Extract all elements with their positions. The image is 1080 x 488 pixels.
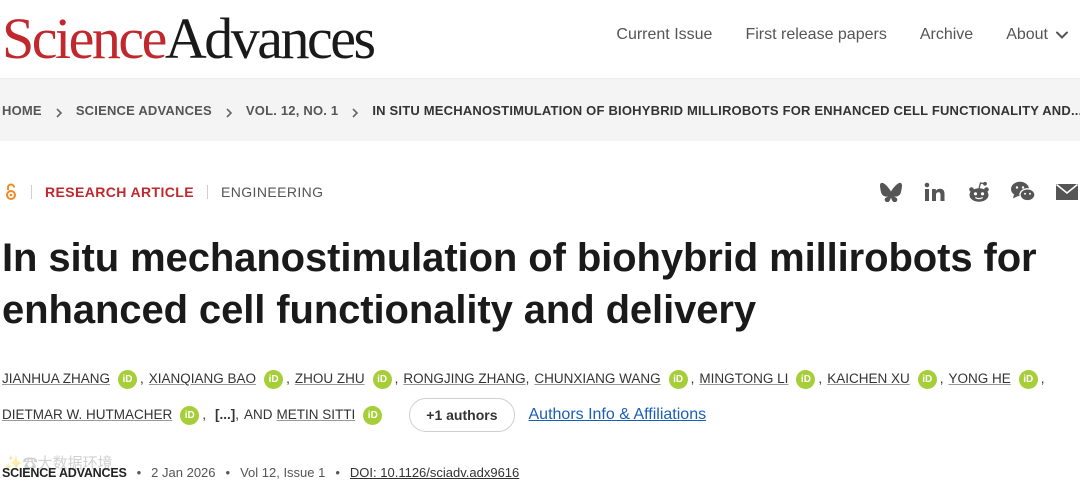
journal-name: SCIENCE ADVANCES (2, 465, 127, 480)
divider (207, 185, 208, 199)
chevron-right-icon (351, 106, 359, 118)
article-meta: RESEARCH ARTICLE ENGINEERING (4, 183, 323, 201)
science-advances-logo[interactable]: ScienceAdvances (2, 6, 376, 72)
author-name[interactable]: KAICHEN XU (827, 368, 910, 390)
breadcrumb-science-advances[interactable]: SCIENCE ADVANCES (76, 103, 212, 118)
orcid-icon[interactable]: iD (668, 369, 688, 389)
publication-date: 2 Jan 2026 (151, 465, 216, 480)
orcid-icon[interactable]: iD (363, 405, 383, 425)
linkedin-icon[interactable] (922, 180, 948, 204)
author-row: JIANHUA ZHANG iD, XIANQIANG BAO iD, ZHOU Z… (2, 368, 1078, 390)
article-title: In situ mechanostimulation of biohybrid … (2, 236, 1037, 332)
author-name[interactable]: XIANQIANG BAO (149, 368, 256, 390)
divider (31, 185, 32, 199)
author-name[interactable]: RONGJING ZHANG (403, 368, 525, 390)
author-name[interactable]: YONG HE (948, 368, 1010, 390)
publication-info: SCIENCE ADVANCES • 2 Jan 2026 • Vol 12, … (2, 465, 520, 480)
email-icon[interactable] (1054, 180, 1080, 204)
breadcrumb-home[interactable]: HOME (2, 103, 42, 118)
nav-about-label: About (1006, 26, 1048, 43)
nav-current-issue[interactable]: Current Issue (616, 26, 712, 44)
orcid-icon[interactable]: iD (796, 369, 816, 389)
share-toolbar (860, 180, 1080, 204)
hidden-authors-ellipsis[interactable]: [...] (215, 404, 235, 426)
author-name[interactable]: JIANHUA ZHANG (2, 368, 110, 390)
breadcrumb-volume[interactable]: VOL. 12, NO. 1 (246, 103, 338, 118)
doi-link[interactable]: DOI: 10.1126/sciadv.adx9616 (350, 465, 519, 480)
nav-archive[interactable]: Archive (920, 26, 973, 44)
main-nav: Current Issue First release papers Archi… (583, 24, 1080, 46)
orcid-icon[interactable]: iD (372, 369, 392, 389)
orcid-icon[interactable]: iD (180, 405, 200, 425)
breadcrumb-bar: HOME SCIENCE ADVANCES VOL. 12, NO. 1 IN … (0, 79, 1080, 141)
and-text: AND (244, 407, 273, 422)
author-name[interactable]: ZHOU ZHU (295, 368, 365, 390)
author-name[interactable]: CHUNXIANG WANG (534, 368, 660, 390)
volume-issue: Vol 12, Issue 1 (240, 465, 326, 480)
article-type: RESEARCH ARTICLE (45, 184, 194, 200)
author-name[interactable]: MINGTONG LI (699, 368, 788, 390)
open-access-icon (4, 183, 18, 201)
chevron-down-icon (1054, 27, 1070, 43)
author-name[interactable]: METIN SITTI (277, 404, 356, 426)
nav-first-release-papers[interactable]: First release papers (745, 26, 886, 44)
nav-about[interactable]: About (1006, 26, 1070, 44)
authors-info-affiliations-link[interactable]: Authors Info & Affiliations (529, 404, 707, 426)
author-name[interactable]: DIETMAR W. HUTMACHER (2, 404, 172, 426)
author-row: DIETMAR W. HUTMACHER iD, [...], AND METIN… (2, 398, 1078, 432)
chevron-right-icon (55, 106, 63, 118)
breadcrumb: HOME SCIENCE ADVANCES VOL. 12, NO. 1 IN … (2, 103, 1080, 118)
reddit-icon[interactable] (966, 180, 992, 204)
orcid-icon[interactable]: iD (118, 369, 138, 389)
article-subject[interactable]: ENGINEERING (221, 184, 323, 200)
breadcrumb-current-article: IN SITU MECHANOSTIMULATION OF BIOHYBRID … (372, 103, 1080, 118)
author-list: JIANHUA ZHANG iD, XIANQIANG BAO iD, ZHOU Z… (2, 368, 1078, 432)
bluesky-icon[interactable] (878, 180, 904, 204)
wechat-icon[interactable] (1010, 180, 1036, 204)
orcid-icon[interactable]: iD (264, 369, 284, 389)
orcid-icon[interactable]: iD (1018, 369, 1038, 389)
orcid-icon[interactable]: iD (917, 369, 937, 389)
more-authors-button[interactable]: +1 authors (409, 398, 515, 432)
site-header: ScienceAdvances Current Issue First rele… (0, 0, 1080, 79)
chevron-right-icon (225, 106, 233, 118)
